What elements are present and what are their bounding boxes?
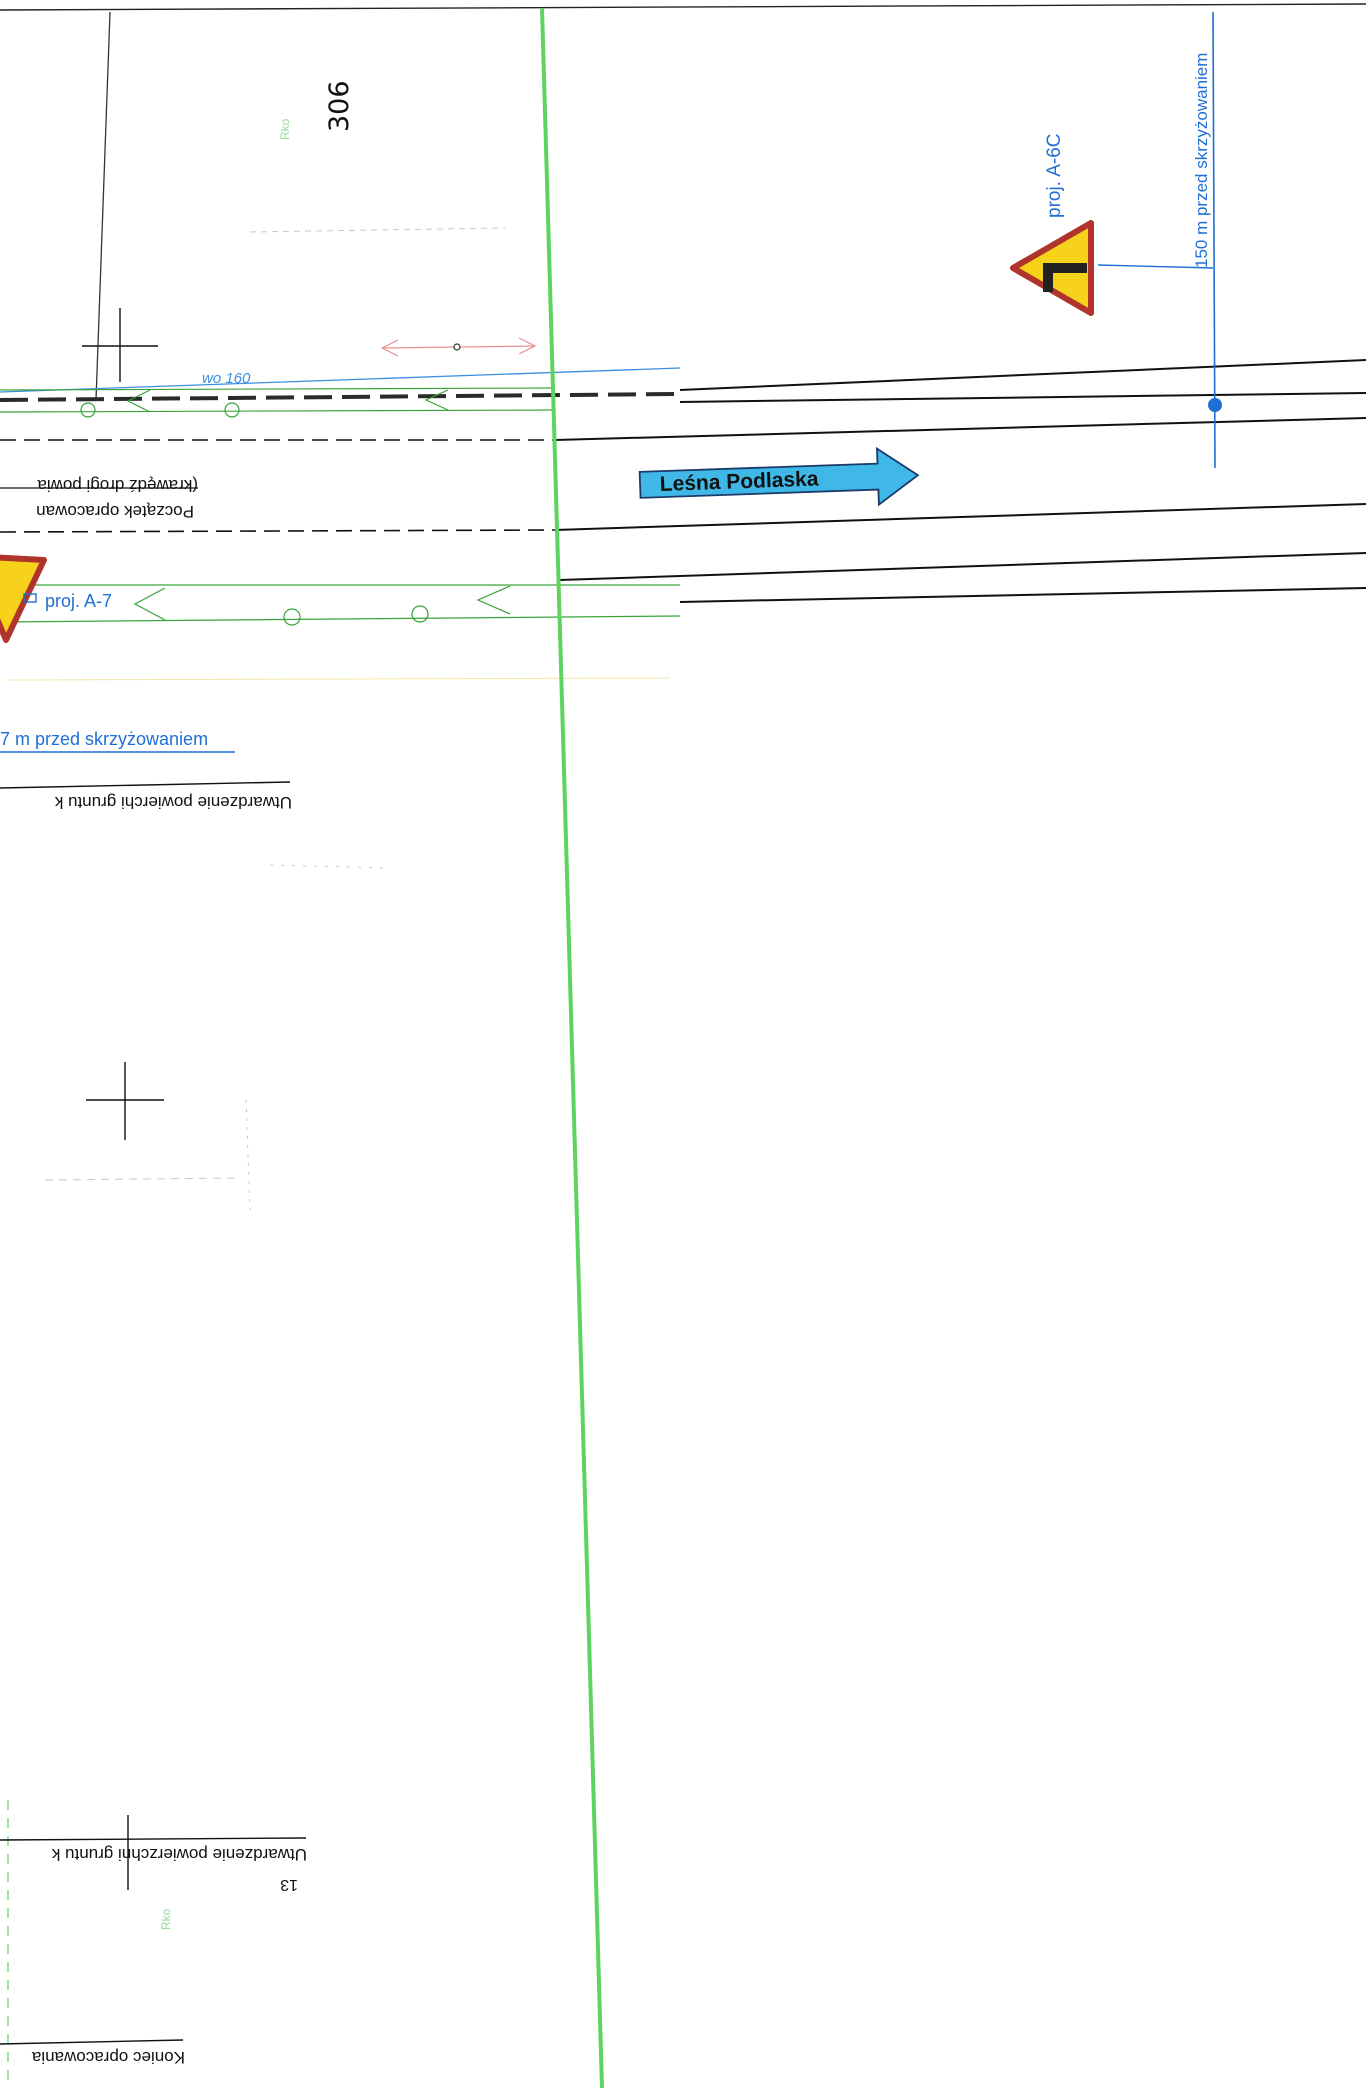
a6c-label: proj. A-6C — [1044, 134, 1065, 218]
edge-note: (krawędź drogi powia — [37, 476, 198, 495]
dimension-arrow — [380, 337, 537, 357]
hedge-upper — [0, 387, 556, 418]
hardening-note-2-line — [0, 1837, 307, 1841]
rko-mark-top: Rko — [278, 118, 292, 140]
start-note: Początek opracowan — [36, 502, 194, 521]
site-plan-drawing: proj. A-6C 150 m przed skrzyżowaniem pro… — [0, 3, 1366, 2088]
survey-axis-line — [540, 7, 604, 2088]
drawing-frame — [0, 3, 1366, 401]
warning-sign-a7 — [0, 554, 47, 643]
hardening-note-1-line — [0, 781, 291, 789]
a6c-distance-point — [1208, 398, 1222, 412]
rko-mark-bottom: Rko — [159, 1908, 173, 1930]
chainage-number: 13 — [280, 1876, 298, 1893]
pipe-label: wo 160 — [202, 370, 251, 387]
plan-number: 306 — [324, 80, 355, 132]
hardening-note-1: Utwardzenie powierchi gruntu k — [54, 793, 292, 812]
end-note-line — [0, 2039, 184, 2045]
warning-sign-a6c — [1010, 220, 1094, 316]
a7-label: proj. A-7 — [45, 591, 112, 611]
a6c-distance-text: 150 m przed skrzyżowaniem — [1192, 53, 1211, 268]
survey-cross-top — [82, 308, 158, 382]
survey-cross-middle — [86, 1062, 164, 1140]
end-note: Koniec opracowania — [31, 2048, 185, 2067]
hardening-note-2: Utwardzenie powierzchni gruntu k — [51, 1845, 307, 1864]
a7-distance-text: 7 m przed skrzyżowaniem — [0, 729, 208, 749]
